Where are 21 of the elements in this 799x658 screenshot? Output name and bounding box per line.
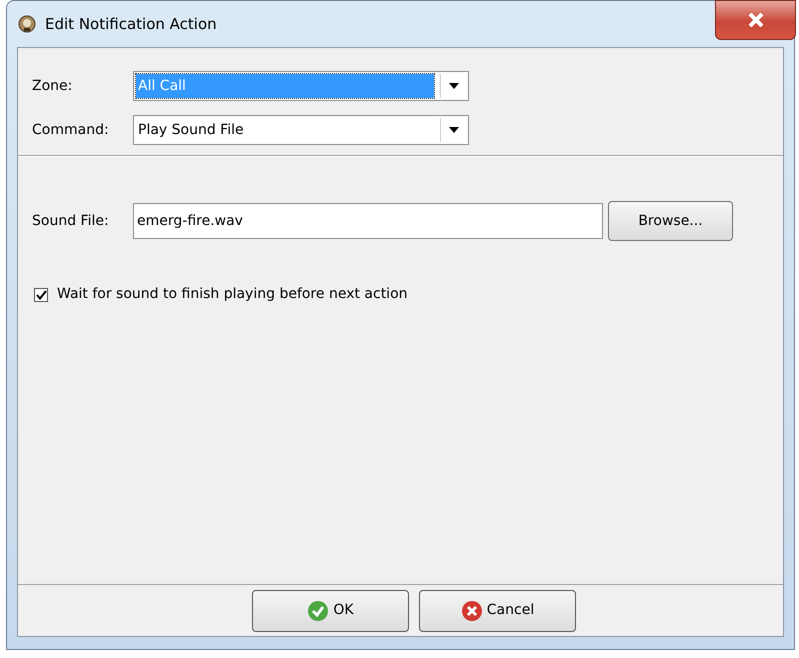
check-icon xyxy=(36,290,46,300)
field-label: Command: xyxy=(32,120,110,140)
check-icon xyxy=(307,600,330,622)
cancel-button[interactable]: Cancel xyxy=(419,590,576,632)
checkbox[interactable] xyxy=(34,288,48,302)
app-icon xyxy=(17,14,37,34)
dropdown-arrow-icon[interactable] xyxy=(448,127,458,133)
dropdown-value: Play Sound File xyxy=(138,120,244,140)
ok-button[interactable]: OK xyxy=(252,590,409,632)
close-button[interactable] xyxy=(715,0,796,40)
dropdown-value: All Call xyxy=(138,76,186,96)
dropdown[interactable]: Play Sound File xyxy=(133,115,469,145)
checkbox-label: Wait for sound to finish playing before next action xyxy=(57,285,408,304)
field-label: Zone: xyxy=(32,76,74,96)
close-icon xyxy=(748,13,764,27)
sound-file-field[interactable]: emerg-fire.wav xyxy=(133,203,603,239)
browse-button[interactable]: Browse... xyxy=(608,201,733,241)
sound-file-label: Sound File: xyxy=(32,212,110,230)
dropdown-arrow-icon[interactable] xyxy=(448,83,458,89)
window-title: Edit Notification Action xyxy=(45,14,217,35)
close-icon xyxy=(460,600,483,622)
